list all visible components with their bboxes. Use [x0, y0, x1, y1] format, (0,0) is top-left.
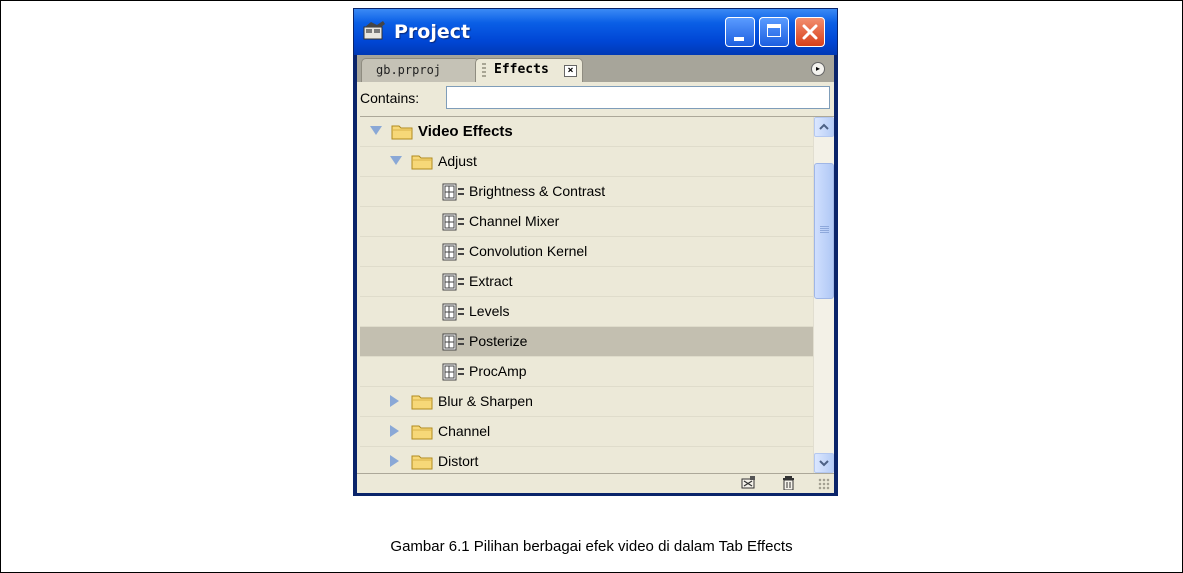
minimize-button[interactable]: [725, 17, 755, 47]
tree-item-label: Channel: [438, 423, 491, 439]
close-button[interactable]: [795, 17, 825, 47]
video-effect-icon: [442, 333, 466, 351]
tree-item-label: Blur & Sharpen: [438, 393, 533, 409]
trash-icon[interactable]: [781, 476, 796, 491]
tab-label: Effects: [494, 62, 549, 77]
tree-folder-row[interactable]: Adjust: [360, 147, 813, 177]
effects-tree: Video Effects Adjust Brightness & Contrast…: [360, 116, 834, 473]
tree-item-label: Posterize: [469, 333, 528, 349]
tab-grip-icon[interactable]: [482, 63, 486, 77]
video-effect-icon: [442, 183, 466, 201]
contains-search-input[interactable]: [446, 86, 830, 109]
tree-item-label: Levels: [469, 303, 510, 319]
panel-client: gb.prproj Effects × ▸ Contains: Video Ef…: [357, 55, 834, 493]
tree-item-label: Extract: [469, 273, 513, 289]
expand-triangle-down-icon[interactable]: [390, 156, 402, 165]
tree-item-label: Distort: [438, 453, 479, 469]
video-effect-icon: [442, 273, 466, 291]
title-bar[interactable]: Project: [354, 9, 837, 55]
tree-folder-row[interactable]: Video Effects: [360, 117, 813, 147]
tree-effect-row[interactable]: Levels: [360, 297, 813, 327]
scroll-up-button[interactable]: [814, 117, 834, 137]
folder-icon: [391, 123, 413, 140]
scroll-thumb[interactable]: [814, 163, 834, 299]
tree-effect-row[interactable]: Brightness & Contrast: [360, 177, 813, 207]
tab-label: gb.prproj: [376, 63, 442, 77]
contains-label: Contains:: [360, 90, 420, 106]
panel-menu-button[interactable]: ▸: [811, 62, 825, 76]
tab-effects[interactable]: Effects ×: [475, 58, 583, 82]
chevron-up-icon: [819, 123, 829, 130]
folder-icon: [411, 453, 433, 470]
tree-effect-row[interactable]: Convolution Kernel: [360, 237, 813, 267]
tree-item-label: Channel Mixer: [469, 213, 560, 229]
video-effect-icon: [442, 363, 466, 381]
project-window: Project gb.prproj Effects × ▸ Contains:: [353, 8, 838, 496]
folder-icon: [411, 423, 433, 440]
video-effect-icon: [442, 213, 466, 231]
chevron-down-icon: [819, 460, 829, 467]
tree-effect-row[interactable]: Posterize: [360, 327, 813, 357]
window-title: Project: [394, 21, 471, 43]
tree-item-label: Convolution Kernel: [469, 243, 588, 259]
tree-effect-row[interactable]: ProcAmp: [360, 357, 813, 387]
project-app-icon: [363, 21, 387, 41]
tab-close-icon[interactable]: ×: [564, 65, 577, 77]
vertical-scrollbar[interactable]: [813, 117, 834, 473]
maximize-button[interactable]: [759, 17, 789, 47]
tree-folder-row[interactable]: Channel: [360, 417, 813, 447]
folder-icon: [411, 393, 433, 410]
tree-folder-row[interactable]: Distort: [360, 447, 813, 473]
tree-item-label: ProcAmp: [469, 363, 527, 379]
folder-icon: [411, 153, 433, 170]
expand-triangle-right-icon[interactable]: [390, 425, 399, 437]
search-row: Contains:: [357, 82, 834, 116]
tree-item-label: Brightness & Contrast: [469, 183, 606, 199]
expand-triangle-right-icon[interactable]: [390, 395, 399, 407]
tree-effect-row[interactable]: Extract: [360, 267, 813, 297]
tree-item-label: Adjust: [438, 153, 477, 169]
scroll-down-button[interactable]: [814, 453, 834, 473]
resize-grip-icon[interactable]: [818, 478, 830, 490]
video-effect-icon: [442, 243, 466, 261]
status-bar: [357, 473, 834, 493]
expand-triangle-down-icon[interactable]: [370, 126, 382, 135]
expand-triangle-right-icon[interactable]: [390, 455, 399, 467]
tab-gb-prproj[interactable]: gb.prproj: [361, 58, 479, 82]
tree-item-label: Video Effects: [418, 123, 513, 140]
effects-tree-list: Video Effects Adjust Brightness & Contrast…: [360, 117, 813, 473]
new-custom-bin-icon[interactable]: [741, 476, 756, 490]
figure-caption: Gambar 6.1 Pilihan berbagai efek video d…: [390, 538, 793, 555]
close-icon: [802, 24, 818, 40]
scroll-grip-icon: [820, 226, 829, 234]
tree-effect-row[interactable]: Channel Mixer: [360, 207, 813, 237]
video-effect-icon: [442, 303, 466, 321]
tab-strip: gb.prproj Effects × ▸: [357, 55, 834, 82]
tree-folder-row[interactable]: Blur & Sharpen: [360, 387, 813, 417]
